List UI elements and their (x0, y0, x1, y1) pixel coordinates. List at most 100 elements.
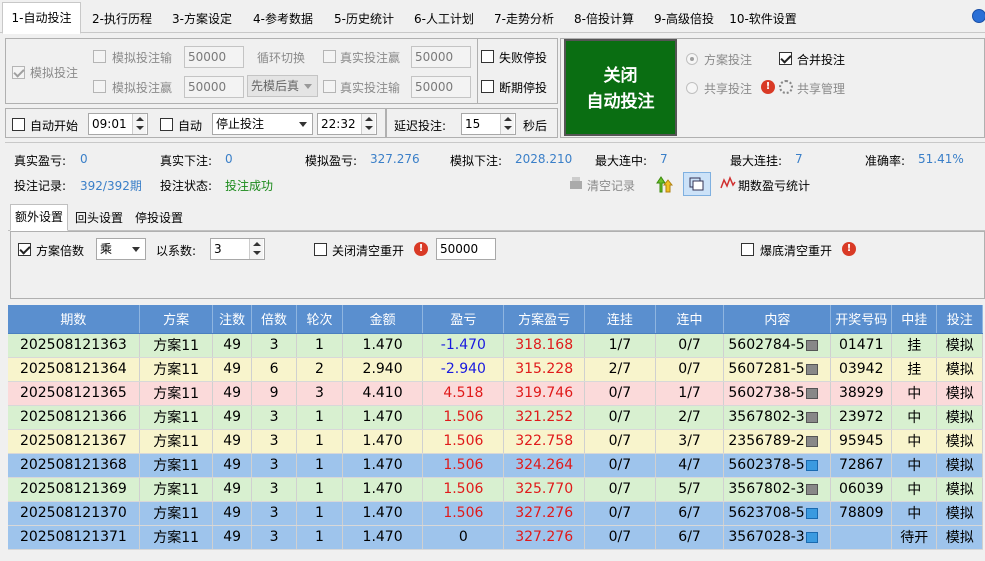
window-toggle-button[interactable] (683, 172, 711, 196)
column-header[interactable]: 开奖号码 (830, 305, 892, 334)
operator-select[interactable]: 乘 (96, 238, 146, 260)
tab-software-settings[interactable]: 10-软件设置 (725, 5, 801, 33)
close-reset-input[interactable]: 50000 (436, 238, 496, 260)
tab-history-stats[interactable]: 5-历史统计 (325, 5, 403, 33)
coef-input[interactable]: 3 (210, 238, 265, 260)
column-header[interactable]: 轮次 (296, 305, 343, 334)
table-cell: 模拟 (936, 525, 983, 550)
memo-icon[interactable] (805, 459, 818, 471)
break-stop-checkbox[interactable] (481, 80, 494, 93)
help-icon[interactable] (972, 9, 985, 23)
memo-icon[interactable] (805, 435, 818, 447)
burst-reset-checkbox[interactable] (741, 243, 754, 256)
tab-plan-setting[interactable]: 3-方案设定 (163, 5, 241, 33)
table-cell: 202508121370 (8, 501, 140, 526)
column-header[interactable]: 内容 (723, 305, 832, 334)
column-header[interactable]: 倍数 (251, 305, 298, 334)
table-row[interactable]: 202508121367 方案11 49 3 1 1.470 1.506 322.758 0/7… (8, 429, 983, 454)
table-cell: 4.410 (342, 381, 424, 406)
gear-icon[interactable] (779, 80, 793, 94)
up-arrow-icon[interactable] (655, 175, 673, 193)
table-cell: 315.228 (503, 357, 586, 382)
auto-checkbox[interactable] (160, 118, 173, 131)
start-time-spinner[interactable] (132, 114, 146, 134)
table-cell: 202508121367 (8, 429, 140, 454)
table-cell: 49 (212, 477, 252, 502)
table-cell: 23972 (830, 405, 892, 430)
real-win-input[interactable]: 50000 (411, 46, 471, 68)
table-header-row: 期数 方案 注数 倍数 轮次 金额 盈亏 方案盈亏 连挂 连中 内容 开奖号码 中挂 投注 (8, 305, 983, 334)
table-row[interactable]: 202508121364 方案11 49 6 2 2.940 -2.940 315.228 2/… (8, 357, 983, 382)
column-header[interactable]: 金额 (342, 305, 424, 334)
memo-icon[interactable] (805, 387, 818, 399)
end-time-input[interactable]: 22:32 (317, 113, 377, 135)
column-header[interactable]: 方案盈亏 (503, 305, 586, 334)
memo-icon[interactable] (805, 483, 818, 495)
delay-spinner[interactable] (500, 114, 514, 134)
multiplier-checkbox[interactable] (18, 243, 31, 256)
column-header[interactable]: 注数 (212, 305, 252, 334)
table-cell: 3 (251, 525, 298, 550)
sim-loss-checkbox[interactable] (93, 50, 106, 63)
tab-auto-bet[interactable]: 1-自动投注 (2, 2, 81, 34)
tab-multiplier-calc[interactable]: 8-倍投计算 (565, 5, 643, 33)
tab-advanced-multiplier[interactable]: 9-高级倍投 (645, 5, 723, 33)
table-cell: 方案11 (139, 453, 214, 478)
table-row[interactable]: 202508121368 方案11 49 3 1 1.470 1.506 324.264 0/7… (8, 453, 983, 478)
table-cell: 49 (212, 429, 252, 454)
close-auto-bet-button[interactable]: 关闭 自动投注 (564, 39, 677, 136)
merge-bet-checkbox[interactable] (779, 52, 792, 65)
tab-manual-plan[interactable]: 6-人工计划 (405, 5, 483, 33)
subtab-lookback-settings[interactable]: 回头设置 (70, 206, 128, 230)
table-cell: 49 (212, 405, 252, 430)
column-header[interactable]: 方案 (139, 305, 214, 334)
start-time-input[interactable]: 09:01 (88, 113, 148, 135)
tab-reference-data[interactable]: 4-参考数据 (244, 5, 322, 33)
memo-icon[interactable] (805, 363, 818, 375)
table-row[interactable]: 202508121371 方案11 49 3 1 1.470 0 327.276 0/7 6/7 3… (8, 525, 983, 550)
real-win-checkbox[interactable] (323, 50, 336, 63)
fail-stop-checkbox[interactable] (481, 50, 494, 63)
plan-bet-radio[interactable] (686, 53, 698, 65)
table-row[interactable]: 202508121365 方案11 49 9 3 4.410 4.518 319.746 0/7… (8, 381, 983, 406)
delay-input[interactable]: 15 (461, 113, 516, 135)
table-row[interactable]: 202508121370 方案11 49 3 1 1.470 1.506 327.276 0/7… (8, 501, 983, 526)
period-stats-button[interactable]: 期数盈亏统计 (738, 177, 810, 194)
table-row[interactable]: 202508121363 方案11 49 3 1 1.470 -1.470 318.168 1/… (8, 333, 983, 358)
table-row[interactable]: 202508121366 方案11 49 3 1 1.470 1.506 321.252 0/7… (8, 405, 983, 430)
share-warning-icon: ! (761, 80, 775, 94)
tab-exec-history[interactable]: 2-执行历程 (84, 5, 160, 33)
sim-bet-checkbox[interactable] (12, 66, 25, 79)
auto-start-checkbox[interactable] (12, 118, 25, 131)
subtab-stop-settings[interactable]: 停投设置 (130, 206, 188, 230)
share-manage-label[interactable]: 共享管理 (797, 80, 845, 97)
memo-icon[interactable] (805, 339, 818, 351)
end-time-spinner[interactable] (361, 114, 375, 134)
column-header[interactable]: 连挂 (584, 305, 656, 334)
table-cell: 2 (296, 357, 343, 382)
column-header[interactable]: 中挂 (891, 305, 938, 334)
tab-trend-analysis[interactable]: 7-走势分析 (485, 5, 563, 33)
share-bet-radio[interactable] (686, 82, 698, 94)
column-header[interactable]: 期数 (8, 305, 140, 334)
sim-win-checkbox[interactable] (93, 80, 106, 93)
close-reset-checkbox[interactable] (314, 243, 327, 256)
memo-icon[interactable] (805, 531, 818, 543)
table-row[interactable]: 202508121369 方案11 49 3 1 1.470 1.506 325.770 0/7… (8, 477, 983, 502)
sim-win-input[interactable]: 50000 (184, 76, 244, 98)
real-loss-input[interactable]: 50000 (411, 76, 471, 98)
real-pl-label: 真实盈亏: (14, 154, 67, 168)
memo-icon[interactable] (805, 507, 818, 519)
clear-record-button[interactable]: 清空记录 (587, 177, 635, 194)
column-header[interactable]: 投注 (936, 305, 983, 334)
mode-select[interactable]: 先模后真 (247, 75, 318, 97)
coef-spinner[interactable] (249, 239, 263, 259)
column-header[interactable]: 盈亏 (422, 305, 505, 334)
real-loss-checkbox[interactable] (323, 80, 336, 93)
sim-loss-input[interactable]: 50000 (184, 46, 244, 68)
column-header[interactable]: 连中 (655, 305, 725, 334)
memo-icon[interactable] (805, 411, 818, 423)
table-cell: 0/7 (584, 501, 656, 526)
subtab-extra-settings[interactable]: 额外设置 (10, 204, 68, 231)
action-select[interactable]: 停止投注 (212, 113, 313, 135)
